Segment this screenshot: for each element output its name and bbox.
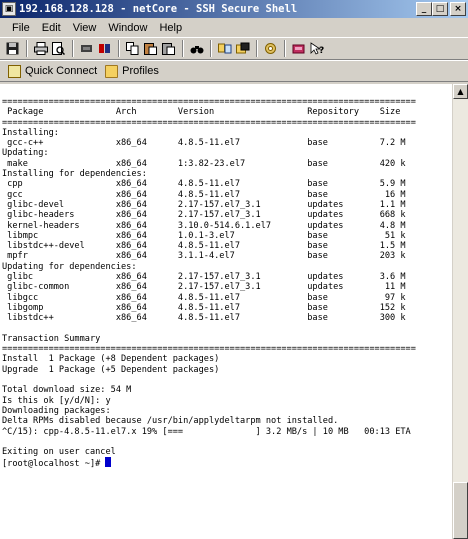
terminal-line: libmpc x86_64 1.0.1-3.el7 base 51 k <box>2 230 406 241</box>
file-transfer-icon[interactable] <box>216 40 233 57</box>
terminal-output[interactable]: ========================================… <box>0 84 452 539</box>
menu-view[interactable]: View <box>67 22 103 34</box>
terminal-line: Installing: <box>2 127 59 138</box>
terminal-line: glibc-devel x86_64 2.17-157.el7_3.1 upda… <box>2 199 406 210</box>
toolbar-separator <box>72 40 74 57</box>
terminal-line: Package Arch Version Repository Size <box>2 107 401 118</box>
terminal-line: libgomp x86_64 4.8.5-11.el7 base 152 k <box>2 302 406 313</box>
menu-window[interactable]: Window <box>102 22 153 34</box>
minimize-button[interactable]: _ <box>416 2 432 16</box>
scroll-thumb[interactable] <box>453 482 468 539</box>
terminal-line: Delta RPMs disabled because /usr/bin/app… <box>2 416 339 427</box>
terminal-line: Updating: <box>2 148 49 159</box>
profiles-button[interactable]: Profiles <box>101 62 163 80</box>
terminal-line: ^C/15): cpp-4.8.5-11.el7.x 19% [=== ] 3.… <box>2 426 411 437</box>
terminal-lines: ========================================… <box>2 97 416 470</box>
quick-connect-label: Quick Connect <box>25 65 98 77</box>
terminal-line: Transaction Summary <box>2 333 101 344</box>
terminal-line: glibc-headers x86_64 2.17-157.el7_3.1 up… <box>2 210 406 221</box>
terminal-line: Upgrade 1 Package (+5 Dependent packages… <box>2 364 220 375</box>
quick-connect-icon <box>8 64 21 78</box>
terminal-line: Updating for dependencies: <box>2 261 137 272</box>
terminal-line: kernel-headers x86_64 3.10.0-514.6.1.el7… <box>2 220 406 231</box>
terminal-line: Downloading packages: <box>2 405 111 416</box>
terminal-line: Installing for dependencies: <box>2 169 147 180</box>
paste-selection-icon[interactable] <box>160 40 177 57</box>
window-title: 192.168.128.128 - netCore - SSH Secure S… <box>19 3 298 15</box>
ssh-client-window: ▣ 192.168.128.128 - netCore - SSH Secure… <box>0 0 468 539</box>
keys-icon[interactable] <box>290 40 307 57</box>
save-icon[interactable] <box>4 40 21 57</box>
terminal-line: gcc x86_64 4.8.5-11.el7 base 16 M <box>2 189 406 200</box>
disconnect-icon[interactable] <box>78 40 95 57</box>
terminal-line: libstdc++ x86_64 4.8.5-11.el7 base 300 k <box>2 313 406 324</box>
terminal-line: glibc x86_64 2.17-157.el7_3.1 updates 3.… <box>2 272 406 283</box>
terminal-line: Install 1 Package (+8 Dependent packages… <box>2 354 220 365</box>
menu-bar: File Edit View Window Help <box>0 18 468 37</box>
toolbar-separator <box>118 40 120 57</box>
menu-edit[interactable]: Edit <box>36 22 67 34</box>
reconnect-icon[interactable] <box>96 40 113 57</box>
terminal-line: mpfr x86_64 3.1.1-4.el7 base 203 k <box>2 251 406 262</box>
copy-icon[interactable] <box>124 40 141 57</box>
quick-connect-bar: Quick Connect Profiles <box>0 60 468 82</box>
app-icon[interactable]: ▣ <box>2 2 16 16</box>
terminal-cursor <box>105 457 112 468</box>
folder-icon <box>105 64 119 78</box>
terminal-line: [root@localhost ~]# <box>2 457 416 469</box>
find-icon[interactable] <box>188 40 205 57</box>
close-button[interactable]: × <box>450 2 466 16</box>
toolbar-separator <box>182 40 184 57</box>
terminal-line: gcc-c++ x86_64 4.8.5-11.el7 base 7.2 M <box>2 138 406 149</box>
scroll-up-button[interactable]: ▲ <box>453 84 468 99</box>
toolbar-separator <box>210 40 212 57</box>
terminal-line: libstdc++-devel x86_64 4.8.5-11.el7 base… <box>2 241 406 252</box>
maximize-button[interactable]: □ <box>432 2 448 16</box>
window-controls: _ □ × <box>416 2 466 16</box>
toolbar-separator <box>256 40 258 57</box>
vertical-scrollbar[interactable]: ▲ <box>452 84 468 539</box>
terminal-line: ========================================… <box>2 117 416 128</box>
svg-text:?: ? <box>319 46 324 55</box>
help-icon[interactable]: ? <box>308 40 325 57</box>
terminal-line: Is this ok [y/d/N]: y <box>2 395 111 406</box>
terminal-line: cpp x86_64 4.8.5-11.el7 base 5.9 M <box>2 179 406 190</box>
new-terminal-icon[interactable] <box>234 40 251 57</box>
menu-help[interactable]: Help <box>153 22 188 34</box>
menu-file[interactable]: File <box>6 22 36 34</box>
settings-icon[interactable] <box>262 40 279 57</box>
toolbar-separator <box>26 40 28 57</box>
terminal-line: Total download size: 54 M <box>2 385 132 396</box>
terminal-line: glibc-common x86_64 2.17-157.el7_3.1 upd… <box>2 282 406 293</box>
terminal-line: libgcc x86_64 4.8.5-11.el7 base 97 k <box>2 292 406 303</box>
title-bar[interactable]: ▣ 192.168.128.128 - netCore - SSH Secure… <box>0 0 468 18</box>
terminal-line: ========================================… <box>2 97 416 107</box>
toolbar: ? <box>0 37 468 60</box>
quick-connect-button[interactable]: Quick Connect <box>4 62 101 80</box>
toolbar-separator <box>284 40 286 57</box>
print-icon[interactable] <box>32 40 49 57</box>
profiles-label: Profiles <box>122 65 159 77</box>
terminal-line: make x86_64 1:3.82-23.el7 base 420 k <box>2 158 406 169</box>
terminal-line: ========================================… <box>2 344 416 355</box>
paste-icon[interactable] <box>142 40 159 57</box>
terminal-line: Exiting on user cancel <box>2 447 116 458</box>
print-preview-icon[interactable] <box>50 40 67 57</box>
